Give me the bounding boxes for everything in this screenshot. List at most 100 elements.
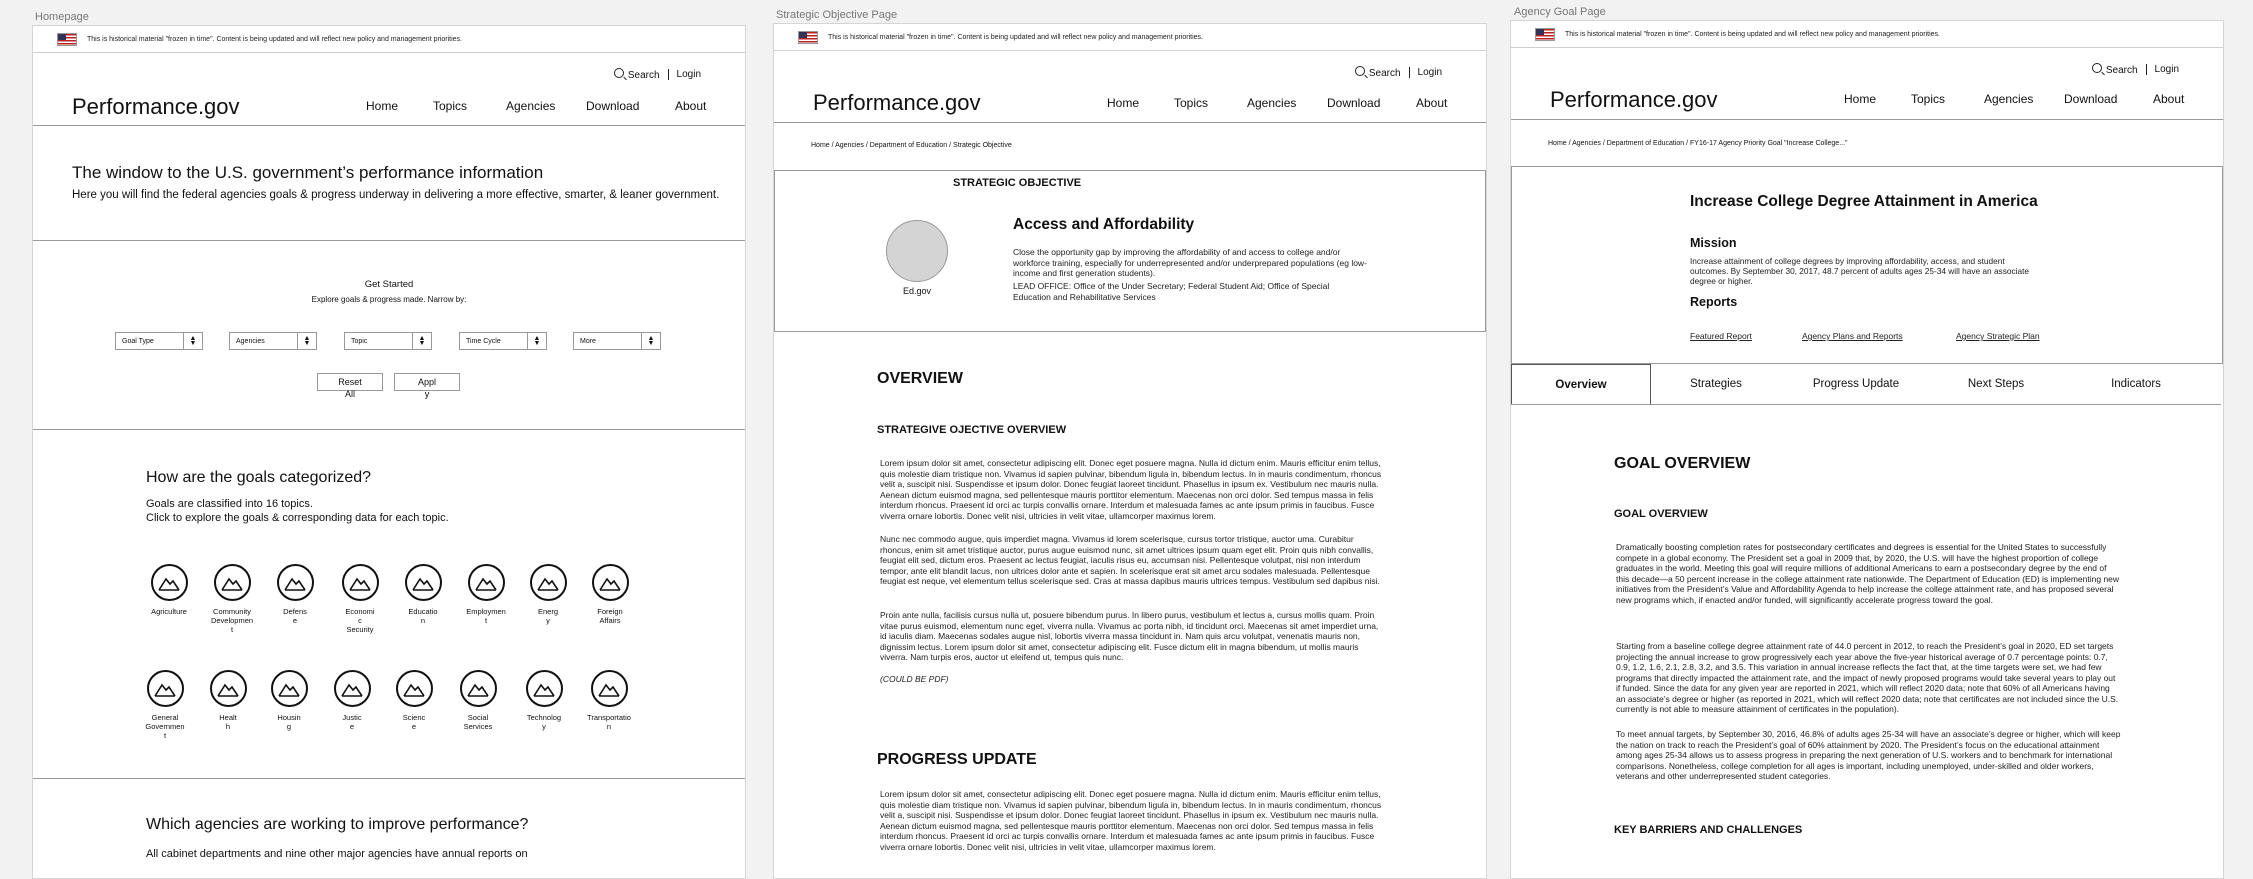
topic-label: Educatio — [408, 607, 438, 616]
login-link[interactable]: Login — [2155, 64, 2179, 75]
topic-label: t — [230, 625, 234, 634]
site-logo[interactable]: Performance.gov — [72, 94, 240, 120]
topic-item[interactable]: Employmen t — [456, 564, 516, 625]
mountain-icon — [341, 564, 379, 601]
topic-item[interactable]: Foreign Affairs — [580, 564, 640, 625]
nav-agencies[interactable]: Agencies — [1247, 96, 1327, 110]
topic-item[interactable]: Healt h — [198, 670, 258, 731]
nav-home[interactable]: Home — [1107, 96, 1174, 110]
overview-paragraph-3: Proin ante nulla, facilisis cursus nulla… — [880, 610, 1379, 662]
breadcrumb[interactable]: Home / Agencies / Department of Educatio… — [1548, 140, 1848, 147]
filter-agencies[interactable]: Agencies ▲ ▼ — [229, 332, 317, 350]
nav-agencies[interactable]: Agencies — [1984, 92, 2064, 106]
topic-label: General — [151, 713, 179, 722]
apply-button[interactable]: Appl y — [394, 373, 460, 399]
banner-text: This is historical material "frozen in t… — [828, 33, 1203, 41]
agency-plans-reports-link[interactable]: Agency Plans and Reports — [1802, 331, 1903, 342]
topic-item[interactable]: Defens e — [265, 564, 325, 625]
main-nav: Home Topics Agencies Download About — [1107, 96, 1466, 110]
goal-overview-subtitle: GOAL OVERVIEW — [1614, 508, 1708, 520]
nav-topics[interactable]: Topics — [1174, 96, 1247, 110]
mountain-icon — [209, 670, 247, 707]
agency-strategic-plan-link[interactable]: Agency Strategic Plan — [1956, 331, 2040, 342]
filter-time-cycle[interactable]: Time Cycle ▲ ▼ — [459, 332, 547, 350]
reset-all-button[interactable]: Reset All — [317, 373, 383, 399]
topic-item[interactable]: Educatio n — [393, 564, 453, 625]
header-divider — [33, 125, 745, 126]
nav-home[interactable]: Home — [366, 99, 433, 113]
breadcrumb[interactable]: Home / Agencies / Department of Educatio… — [811, 142, 1012, 149]
site-logo[interactable]: Performance.gov — [813, 90, 981, 116]
topic-item[interactable]: Justic e — [322, 670, 382, 731]
topic-item[interactable]: Social Services — [448, 670, 508, 731]
utility-links: Search Login — [2091, 63, 2179, 76]
topic-label: Technolog — [526, 713, 562, 722]
mountain-icon — [467, 564, 505, 601]
mountain-icon — [276, 564, 314, 601]
nav-topics[interactable]: Topics — [1911, 92, 1984, 106]
topic-label: Governmen — [145, 722, 185, 731]
topic-label: Social — [467, 713, 489, 722]
nav-about[interactable]: About — [1416, 96, 1466, 110]
historical-banner: This is historical material "frozen in t… — [774, 24, 1486, 51]
tab-next-steps[interactable]: Next Steps — [1931, 364, 2061, 404]
nav-about[interactable]: About — [675, 99, 725, 113]
utility-divider — [2145, 64, 2147, 75]
topic-item[interactable]: Transportatio n — [579, 670, 639, 731]
mountain-icon — [150, 564, 188, 601]
filters-divider — [33, 429, 745, 430]
historical-banner: This is historical material "frozen in t… — [1511, 21, 2223, 48]
nav-download[interactable]: Download — [2064, 92, 2153, 106]
topic-item[interactable]: Technolog y — [514, 670, 574, 731]
agencies-title: Which agencies are working to improve pe… — [146, 816, 529, 833]
mountain-icon — [590, 670, 628, 707]
search-link[interactable]: Search — [1354, 66, 1401, 79]
topic-item[interactable]: Housin g — [259, 670, 319, 731]
frame-label-homepage: Homepage — [35, 11, 89, 23]
topic-label: y — [546, 616, 550, 625]
filter-topic[interactable]: Topic ▲ ▼ — [344, 332, 432, 350]
nav-download[interactable]: Download — [1327, 96, 1416, 110]
topic-label: t — [163, 731, 167, 740]
tab-progress-update[interactable]: Progress Update — [1781, 364, 1931, 404]
filter-goal-type[interactable]: Goal Type ▲ ▼ — [115, 332, 203, 350]
tab-strategies[interactable]: Strategies — [1651, 364, 1781, 404]
select-arrows-icon: ▲ ▼ — [412, 333, 431, 349]
lead-office: LEAD OFFICE: Office of the Under Secreta… — [1013, 281, 1330, 302]
select-arrows-icon: ▲ ▼ — [297, 333, 316, 349]
agency-logo-image — [886, 220, 948, 282]
mountain-icon — [270, 670, 308, 707]
topic-item[interactable]: Scienc e — [384, 670, 444, 731]
topic-item[interactable]: General Governmen t — [135, 670, 195, 740]
topic-item[interactable]: Community Developmen t — [202, 564, 262, 634]
topic-item[interactable]: Energ y — [518, 564, 578, 625]
search-icon — [1354, 66, 1365, 76]
filter-more[interactable]: More ▲ ▼ — [573, 332, 661, 350]
search-link[interactable]: Search — [2091, 63, 2138, 76]
overview-paragraph-2: Nunc nec commodo augue, quis imperdiet m… — [880, 534, 1380, 586]
site-logo[interactable]: Performance.gov — [1550, 87, 1718, 113]
categories-sub-1: Goals are classified into 16 topics. — [146, 498, 313, 510]
topic-item[interactable]: Economi c Security — [330, 564, 390, 634]
tab-indicators[interactable]: Indicators — [2061, 364, 2211, 404]
utility-links: Search Login — [613, 68, 701, 81]
nav-download[interactable]: Download — [586, 99, 675, 113]
nav-agencies[interactable]: Agencies — [506, 99, 586, 113]
topic-label: Security — [346, 625, 374, 634]
login-link[interactable]: Login — [677, 69, 701, 80]
topic-item[interactable]: Agriculture — [139, 564, 199, 616]
goal-overview-paragraph-2: Starting from a baseline college degree … — [1616, 641, 2119, 714]
utility-divider — [667, 69, 669, 80]
agency-logo-caption: Ed.gov — [902, 286, 932, 296]
nav-about[interactable]: About — [2153, 92, 2203, 106]
topic-label: y — [542, 722, 546, 731]
search-link[interactable]: Search — [613, 68, 660, 81]
topic-label: Developmen — [210, 616, 254, 625]
featured-report-link[interactable]: Featured Report — [1690, 331, 1752, 342]
nav-topics[interactable]: Topics — [433, 99, 506, 113]
login-link[interactable]: Login — [1418, 67, 1442, 78]
topic-label: Affairs — [599, 616, 621, 625]
tab-overview[interactable]: Overview — [1511, 364, 1651, 404]
nav-home[interactable]: Home — [1844, 92, 1911, 106]
banner-text: This is historical material "frozen in t… — [87, 35, 462, 43]
